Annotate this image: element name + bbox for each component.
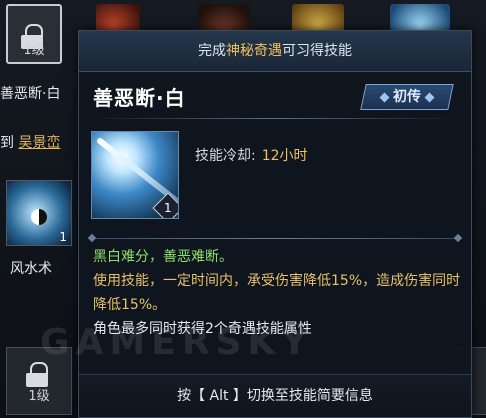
cooldown-value: 12小时 bbox=[261, 148, 308, 164]
tooltip-header: 完成神秘奇遇可习得技能 bbox=[79, 31, 471, 72]
skill-name-label: 善恶断·白 bbox=[0, 86, 61, 102]
header-highlight: 神秘奇遇 bbox=[226, 43, 282, 59]
slot-level: 1级 bbox=[28, 389, 50, 404]
title-row: 善恶断·白 初传 bbox=[79, 72, 471, 118]
quest-hint-prefix: 到 bbox=[0, 135, 14, 151]
desc-flavor: 黑白难分，善恶难断。 bbox=[93, 249, 233, 265]
skill-sword-icon: 1 bbox=[91, 131, 179, 219]
npc-link[interactable]: 吴景峦 bbox=[18, 135, 60, 151]
cooldown-label: 技能冷却: bbox=[195, 148, 256, 164]
watermark: GAMERSKY bbox=[40, 322, 314, 363]
slot-count: 1 bbox=[59, 230, 67, 244]
yinyang-icon bbox=[31, 209, 47, 225]
desc-effect: 使用技能，一定时间内，承受伤害降低15%，造成伤害同时降低15%。 bbox=[93, 273, 461, 313]
skill-slot-fengshui[interactable]: 1 bbox=[6, 180, 72, 246]
toggle-hint: 按【 Alt 】切换至技能简要信息 bbox=[79, 374, 471, 417]
skill-slot-locked[interactable]: 1级 bbox=[6, 4, 62, 64]
lock-icon bbox=[21, 24, 43, 49]
lock-icon bbox=[26, 362, 48, 387]
divider bbox=[91, 238, 459, 239]
skill-name-label: 风水术 bbox=[10, 261, 52, 277]
divider bbox=[89, 118, 461, 119]
skill-level-text: 1 bbox=[164, 200, 172, 215]
diamond-icon bbox=[424, 92, 435, 103]
skill-title: 善恶断·白 bbox=[93, 86, 186, 110]
header-suffix: 可习得技能 bbox=[282, 43, 352, 59]
cooldown: 技能冷却: 12小时 bbox=[195, 145, 308, 165]
quest-hint: 到 吴景峦 bbox=[0, 132, 60, 152]
diamond-icon bbox=[379, 92, 390, 103]
header-prefix: 完成 bbox=[198, 43, 226, 59]
rank-badge-text: 初传 bbox=[393, 89, 421, 105]
rank-badge: 初传 bbox=[360, 84, 454, 110]
slot-level: 1级 bbox=[23, 43, 45, 58]
